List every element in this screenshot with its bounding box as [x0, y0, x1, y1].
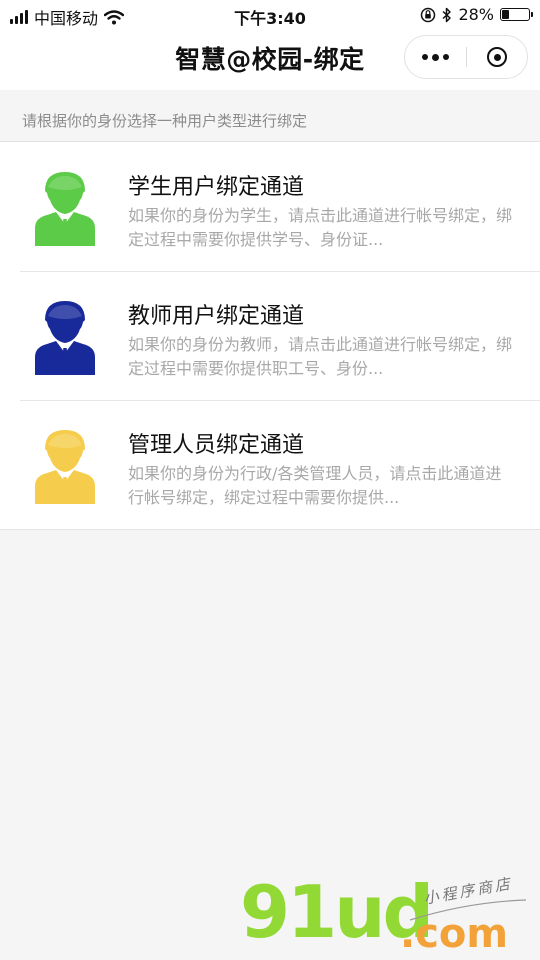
watermark-suffix: .com — [400, 911, 509, 957]
student-channel-item[interactable]: 学生用户绑定通道 如果你的身份为学生，请点击此通道进行帐号绑定，绑定过程中需要你… — [0, 142, 540, 271]
channel-desc: 如果你的身份为教师，请点击此通道进行帐号绑定，绑定过程中需要你提供职工号、身份.… — [128, 335, 513, 378]
teacher-channel-item[interactable]: 教师用户绑定通道 如果你的身份为教师，请点击此通道进行帐号绑定，绑定过程中需要你… — [0, 271, 540, 400]
channel-desc: 如果你的身份为学生，请点击此通道进行帐号绑定，绑定过程中需要你提供学号、身份证.… — [128, 206, 513, 249]
channel-list: 学生用户绑定通道 如果你的身份为学生，请点击此通道进行帐号绑定，绑定过程中需要你… — [0, 141, 540, 530]
battery-icon — [500, 8, 533, 21]
close-miniprogram-icon — [487, 47, 507, 67]
channel-desc: 如果你的身份为行政/各类管理人员，请点击此通道进行帐号绑定，绑定过程中需要你提供… — [128, 464, 502, 507]
more-dots-icon — [422, 54, 428, 60]
status-right: 28% — [420, 5, 533, 24]
selection-tip: 请根据你的身份选择一种用户类型进行绑定 — [22, 112, 308, 130]
nav-bar: 智慧@校园-绑定 — [0, 30, 540, 90]
battery-fill — [502, 10, 509, 19]
bluetooth-icon — [442, 7, 452, 22]
channel-title: 学生用户绑定通道 — [128, 175, 305, 200]
orientation-lock-icon — [421, 7, 436, 22]
admin-channel-item[interactable]: 管理人员绑定通道 如果你的身份为行政/各类管理人员，请点击此通道进行帐号绑定，绑… — [0, 400, 540, 529]
battery-percent: 28% — [458, 5, 494, 24]
channel-title: 管理人员绑定通道 — [128, 433, 305, 458]
channel-title: 教师用户绑定通道 — [128, 304, 305, 329]
user-avatar-icon — [35, 172, 95, 246]
close-button[interactable] — [467, 36, 527, 78]
more-button[interactable] — [405, 36, 466, 78]
miniprogram-capsule — [404, 35, 528, 79]
status-bar: 中国移动 下午3:40 28% — [0, 0, 540, 30]
watermark-logo: 91ud 小程序商店 .com — [240, 874, 540, 960]
user-avatar-icon — [35, 301, 95, 375]
user-avatar-icon — [35, 430, 95, 504]
